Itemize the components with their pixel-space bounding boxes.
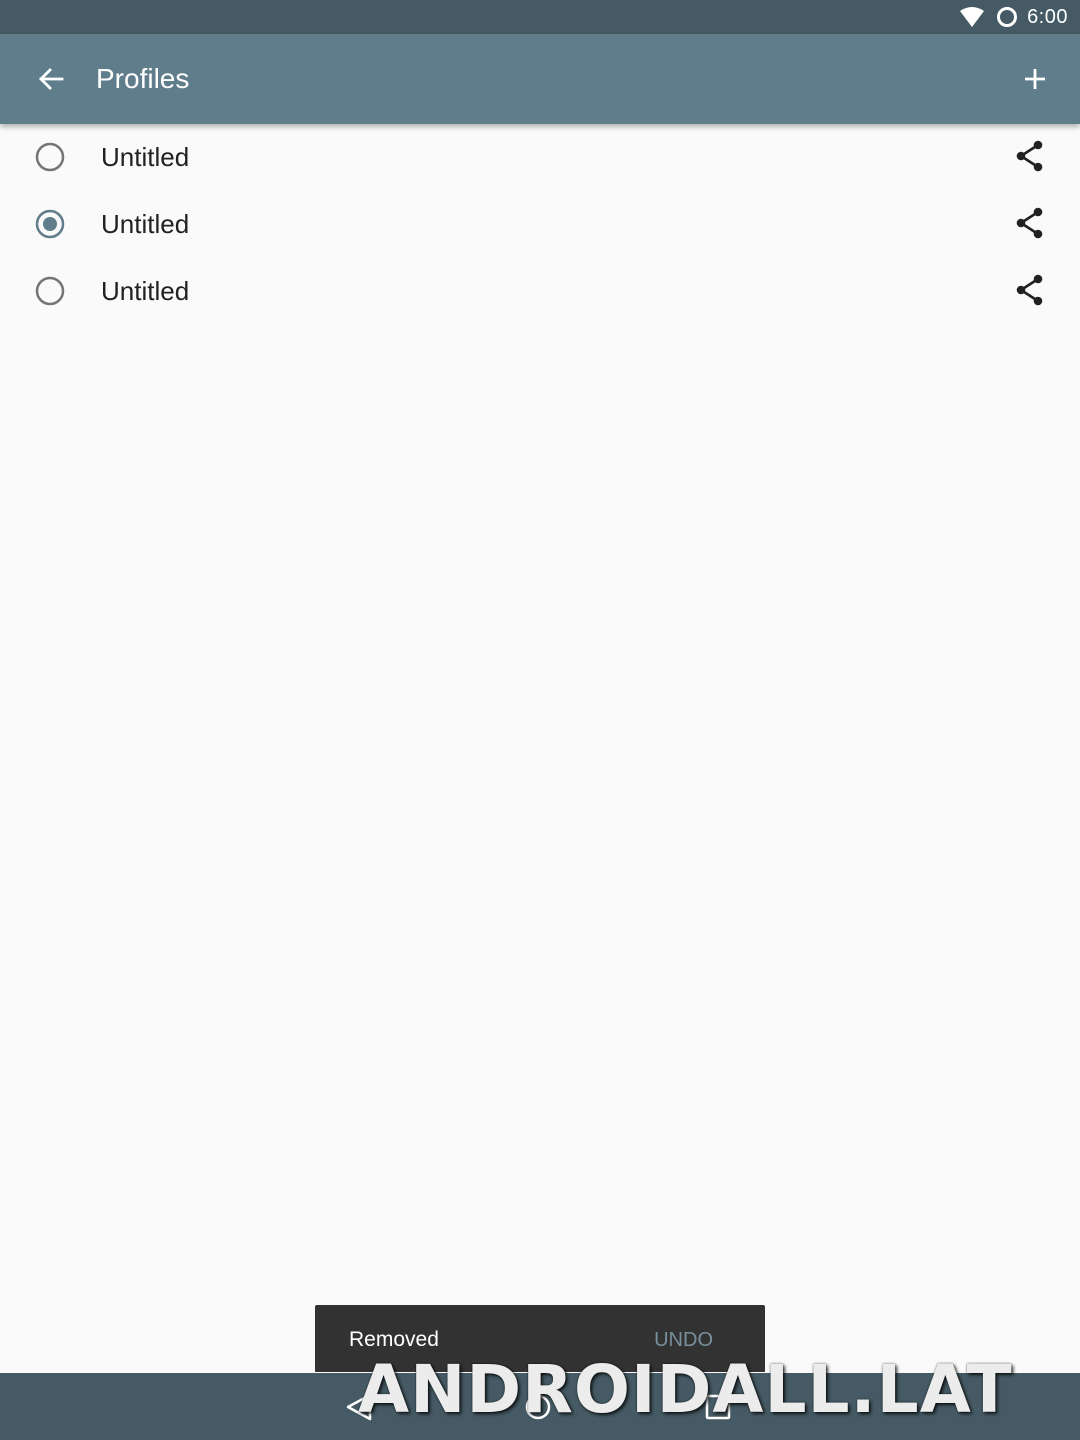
profile-row[interactable]: Untitled [0,124,1080,191]
status-time: 6:00 [1027,5,1068,28]
app-bar: Profiles [0,34,1080,124]
add-profile-button[interactable] [1010,54,1060,104]
page-title: Profiles [96,63,190,94]
watermark: ANDROIDALL.LAT [358,1351,1013,1428]
profile-name: Untitled [101,276,190,306]
radio-button[interactable] [34,275,66,307]
status-bar: 6:00 [0,0,1080,34]
radio-button[interactable] [34,208,66,240]
share-icon[interactable] [1012,205,1048,241]
wifi-icon [960,7,985,27]
sync-icon [997,7,1018,27]
profile-row[interactable]: Untitled [0,191,1080,258]
share-icon[interactable] [1012,272,1048,308]
profile-row[interactable]: Untitled [0,258,1080,325]
share-icon[interactable] [1012,138,1048,174]
plus-icon [1025,69,1045,89]
back-button[interactable] [26,54,76,104]
profile-name: Untitled [101,209,190,239]
radio-button[interactable] [34,141,66,173]
radio-selected-dot [43,217,57,231]
profile-name: Untitled [101,142,190,172]
arrow-back-icon [39,68,64,90]
profile-list: Untitled Untitled Untitled [0,124,1080,325]
